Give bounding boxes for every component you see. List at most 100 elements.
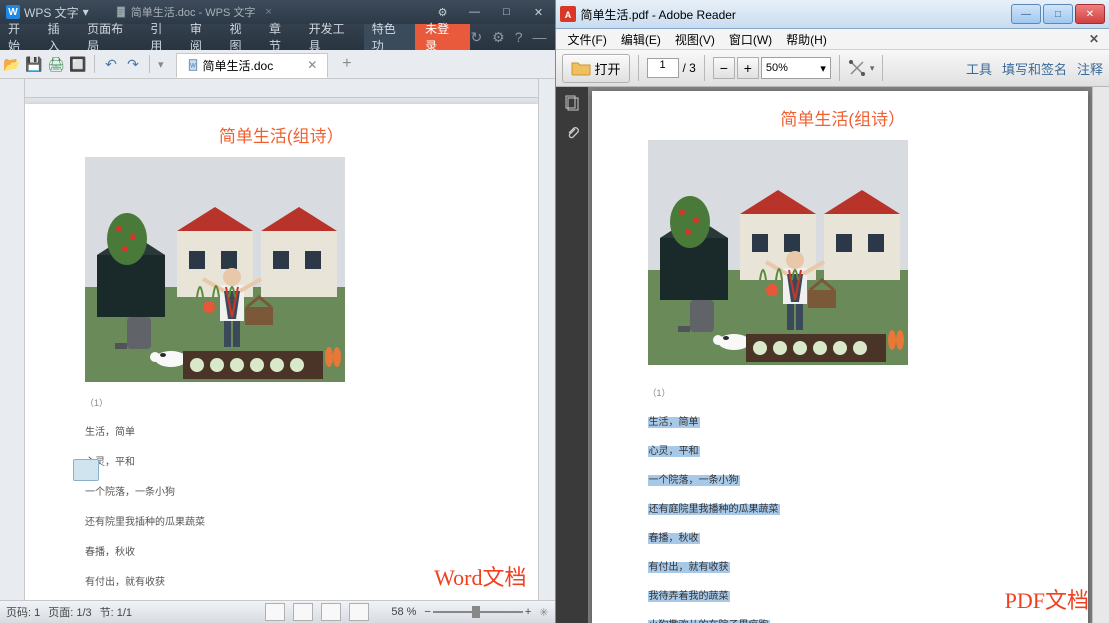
pdf-maximize-button[interactable]: □ — [1043, 4, 1073, 24]
open-icon[interactable]: 📂 — [4, 56, 20, 72]
wps-close-button[interactable]: ✕ — [523, 0, 555, 24]
pdf-thumbnails-icon[interactable] — [562, 93, 582, 113]
pdf-titlebar: A 简单生活.pdf - Adobe Reader — □ ✕ — [556, 0, 1109, 29]
doc-icon — [115, 6, 127, 18]
pdf-zoom-select[interactable]: 50% ▾ — [761, 57, 831, 79]
wps-watermark-label: Word文档 — [434, 560, 526, 592]
pdf-menu-window[interactable]: 窗口(W) — [723, 29, 778, 50]
save-icon[interactable]: 💾 — [26, 56, 42, 72]
status-zoom: 58 % — [391, 606, 416, 618]
pdf-window: A 简单生活.pdf - Adobe Reader — □ ✕ 文件(F) 编辑… — [556, 0, 1109, 623]
svg-text:W: W — [190, 63, 196, 69]
separator — [882, 55, 883, 81]
wps-ruler-horizontal — [25, 79, 538, 98]
wps-dropdown-icon[interactable]: ▾ — [158, 58, 164, 71]
wps-document-area[interactable]: 简单生活(组诗） — [25, 98, 538, 600]
chevron-down-icon[interactable]: ▾ — [870, 63, 875, 74]
pdf-page-input[interactable]: 1 — [647, 58, 679, 78]
pdf-menubar-close-icon[interactable]: ✕ — [1085, 32, 1103, 46]
wps-login-button[interactable]: 未登录 — [415, 24, 470, 50]
view-mode-icon[interactable] — [349, 603, 369, 621]
pdf-page-indicator: 1 / 3 — [647, 58, 696, 78]
doc-tab-close-icon[interactable]: ✕ — [307, 58, 317, 72]
poem-line: 我待弄着我的蔬菜 — [648, 591, 730, 602]
wps-menubar: 开始 插入 页面布局 引用 审阅 视图 章节 开发工具 特色功 未登录 ↻ ⚙ … — [0, 24, 555, 50]
wps-maximize-button[interactable]: □ — [491, 0, 523, 24]
pdf-zoom-out-button[interactable]: − — [713, 57, 735, 79]
preview-icon[interactable]: 🔲 — [70, 56, 86, 72]
open-label: 打开 — [595, 59, 621, 78]
wps-menu-layout[interactable]: 页面布局 — [79, 24, 142, 50]
poem-line: 有付出，就有收获 — [85, 576, 478, 590]
wps-menu-review[interactable]: 审阅 — [182, 24, 222, 50]
wps-help-icon[interactable]: ? — [515, 29, 523, 46]
pdf-app-icon: A — [560, 6, 576, 22]
pdf-open-button[interactable]: 打开 — [562, 54, 630, 83]
wps-ruler-vertical — [0, 79, 25, 600]
wps-app-name: WPS 文字 — [24, 4, 79, 21]
title-tab-close-icon[interactable]: × — [265, 6, 271, 18]
pdf-toolbar: 打开 1 / 3 − + 50% ▾ ▾ 工具 填写和签名 注释 — [556, 50, 1109, 87]
poem-content: （1） 生活，简单 心灵，平和 一个院落，一条小狗 还有院里我插种的瓜果蔬菜 春… — [85, 397, 478, 600]
wps-nav-icon[interactable] — [73, 459, 99, 481]
pdf-scrollbar[interactable] — [1092, 87, 1109, 623]
poem-line: 生活，简单 — [85, 426, 478, 440]
pdf-tools-link[interactable]: 工具 — [966, 59, 992, 78]
pdf-menu-edit[interactable]: 编辑(E) — [615, 29, 667, 50]
view-mode-icon[interactable] — [321, 603, 341, 621]
svg-text:A: A — [564, 10, 571, 20]
pdf-page: 简单生活(组诗） — [592, 91, 1089, 623]
poem-line: 还有庭院里我播种的瓜果蔬菜 — [648, 504, 780, 515]
pdf-comment-link[interactable]: 注释 — [1077, 59, 1103, 78]
zoom-out-icon[interactable]: − — [424, 606, 430, 618]
pdf-menu-help[interactable]: 帮助(H) — [780, 29, 833, 50]
status-pageview: 页面: 1/3 — [48, 604, 91, 620]
document-image — [85, 157, 345, 382]
pdf-menu-file[interactable]: 文件(F) — [562, 29, 613, 50]
wps-logo[interactable]: W WPS 文字 ▾ — [0, 4, 95, 21]
add-tab-button[interactable]: + — [334, 55, 359, 73]
wps-collapse-icon[interactable]: — — [533, 29, 547, 46]
wps-menu-chapter[interactable]: 章节 — [261, 24, 301, 50]
pdf-watermark-label: PDF文档 — [1005, 583, 1089, 615]
pdf-fill-sign-link[interactable]: 填写和签名 — [1002, 59, 1067, 78]
wps-menu-ref[interactable]: 引用 — [142, 24, 182, 50]
pdf-hand-tool-icon[interactable] — [848, 59, 866, 77]
chevron-down-icon: ▾ — [820, 62, 826, 75]
print-icon[interactable]: 🖨 — [48, 56, 64, 72]
zoom-in-icon[interactable]: + — [525, 606, 531, 618]
separator — [94, 55, 95, 73]
status-section: 节: 1/1 — [100, 604, 132, 620]
pdf-minimize-button[interactable]: — — [1011, 4, 1041, 24]
wps-menu-insert[interactable]: 插入 — [40, 24, 80, 50]
wps-menu-view[interactable]: 视图 — [221, 24, 261, 50]
wps-menu-start[interactable]: 开始 — [0, 24, 40, 50]
wps-gear-icon[interactable]: ⚙ — [492, 29, 505, 46]
undo-icon[interactable]: ↶ — [103, 56, 119, 72]
wps-workarea: 简单生活(组诗） — [0, 79, 555, 600]
dropdown-icon[interactable]: ▾ — [83, 5, 89, 19]
wps-document-tab[interactable]: W 简单生活.doc ✕ — [176, 53, 329, 78]
wps-menu-special[interactable]: 特色功 — [364, 24, 415, 50]
wps-menu-dev[interactable]: 开发工具 — [301, 24, 364, 50]
document-title: 简单生活(组诗） — [85, 122, 478, 147]
pdf-zoom-value: 50% — [766, 62, 788, 74]
wps-status-bar: 页码: 1 页面: 1/3 节: 1/1 58 % − + ✳ — [0, 600, 555, 623]
zoom-slider[interactable]: − + — [424, 606, 531, 618]
wps-refresh-icon[interactable]: ↻ — [470, 29, 482, 46]
pdf-document-image — [648, 140, 908, 365]
separator — [704, 55, 705, 81]
pdf-document-area[interactable]: 简单生活(组诗） — [588, 87, 1093, 623]
wps-scrollbar[interactable] — [538, 79, 555, 600]
pdf-attachment-icon[interactable] — [562, 123, 582, 143]
redo-icon[interactable]: ↷ — [125, 56, 141, 72]
pdf-close-button[interactable]: ✕ — [1075, 4, 1105, 24]
pdf-sidebar — [556, 87, 588, 623]
view-mode-icon[interactable] — [293, 603, 313, 621]
wps-minimize-button[interactable]: — — [459, 0, 491, 24]
fit-icon[interactable]: ✳ — [539, 606, 548, 619]
pdf-menu-view[interactable]: 视图(V) — [669, 29, 721, 50]
doc-tab-label: 简单生活.doc — [203, 57, 274, 74]
pdf-zoom-in-button[interactable]: + — [737, 57, 759, 79]
view-mode-icon[interactable] — [265, 603, 285, 621]
